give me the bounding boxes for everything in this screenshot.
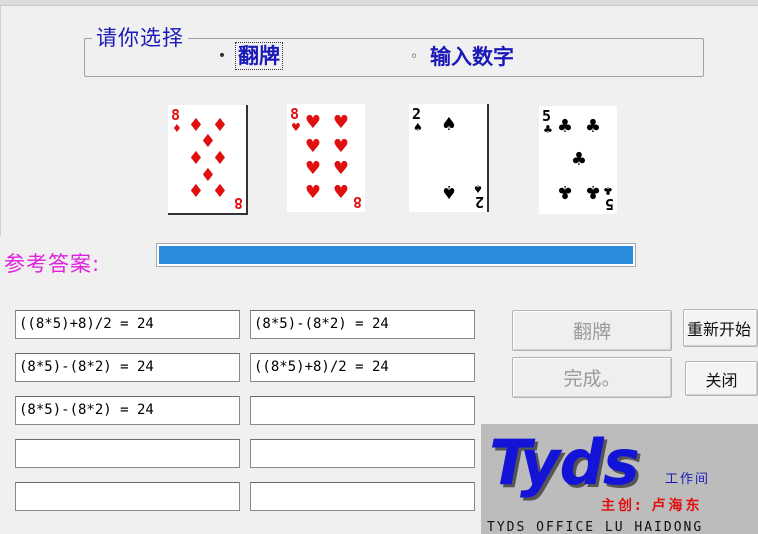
- radio-unselected-icon[interactable]: ◦: [408, 50, 420, 64]
- heart-icon: ♥: [304, 136, 322, 157]
- answer-field[interactable]: [250, 482, 475, 511]
- answer-field[interactable]: (8*5)-(8*2) = 24: [15, 396, 240, 425]
- card-rank: 2: [412, 105, 422, 123]
- card-rank: 5: [542, 107, 552, 125]
- close-button[interactable]: 关闭: [685, 361, 758, 396]
- radio-flip[interactable]: • 翻牌: [216, 42, 283, 70]
- answer-field[interactable]: (8*5)-(8*2) = 24: [250, 310, 475, 339]
- club-icon: ♣: [556, 116, 574, 137]
- radio-input-number[interactable]: ◦ 输入数字: [408, 44, 516, 70]
- logo-author: 主创: 卢海东: [601, 498, 703, 514]
- club-icon: ♣: [584, 181, 602, 202]
- club-icon: ♣: [570, 149, 588, 170]
- heart-icon: ♥: [332, 112, 350, 133]
- card-2: 8 ♥ ♥ ♥ ♥ ♥ ♥ ♥ ♥ ♥ 8: [287, 104, 365, 212]
- radio-selected-icon[interactable]: •: [216, 49, 228, 63]
- flip-button[interactable]: 翻牌: [512, 310, 672, 351]
- card-rank: 8: [233, 194, 243, 212]
- logo-english: TYDS OFFICE LU HAIDONG: [487, 520, 704, 534]
- spade-icon: ♠: [440, 114, 458, 135]
- answer-field[interactable]: [15, 482, 240, 511]
- radio-input-number-label[interactable]: 输入数字: [428, 44, 516, 70]
- logo-studio: 工作间: [665, 472, 711, 487]
- diamond-icon: ♦: [211, 181, 229, 202]
- done-button[interactable]: 完成。: [512, 357, 672, 398]
- card-rank: 8: [171, 106, 181, 124]
- heart-icon: ♥: [304, 158, 322, 179]
- card-rank: 8: [290, 105, 300, 123]
- spade-icon: ♠: [413, 121, 423, 134]
- answer-field[interactable]: [15, 439, 240, 468]
- answer-field[interactable]: ((8*5)+8)/2 = 24: [250, 353, 475, 382]
- restart-button[interactable]: 重新开始: [683, 309, 758, 347]
- card-3: 2 ♠ ♠ ♠ 2 ♠: [409, 104, 489, 212]
- answer-field[interactable]: [250, 396, 475, 425]
- reference-answer-label: 参考答案:: [4, 252, 101, 276]
- heart-icon: ♥: [304, 182, 322, 203]
- club-icon: ♣: [556, 181, 574, 202]
- card-rank: 5: [604, 195, 614, 213]
- spade-icon: ♠: [473, 182, 483, 195]
- heart-icon: ♥: [332, 182, 350, 203]
- card-1: 8 ♦ ♦ ♦ ♦ ♦ ♦ ♦ ♦ ♦ 8: [168, 105, 248, 215]
- progress-fill: [159, 246, 633, 264]
- reference-progress-bar: [156, 243, 636, 267]
- tyds-logo: Tyds 工作间 主创: 卢海东 TYDS OFFICE LU HAIDONG: [481, 424, 758, 534]
- diamond-icon: ♦: [187, 181, 205, 202]
- spade-icon: ♠: [440, 181, 458, 202]
- card-4: 5 ♣ ♣ ♣ ♣ ♣ ♣ 5 ♣: [539, 106, 617, 214]
- window-left-edge: [0, 6, 1, 236]
- answer-field[interactable]: ((8*5)+8)/2 = 24: [15, 310, 240, 339]
- heart-icon: ♥: [332, 136, 350, 157]
- window-top-edge: [0, 0, 758, 6]
- club-icon: ♣: [584, 116, 602, 137]
- card-rank: 2: [474, 193, 484, 211]
- heart-icon: ♥: [332, 158, 350, 179]
- club-icon: ♣: [543, 123, 553, 136]
- radio-flip-label[interactable]: 翻牌: [235, 42, 283, 70]
- diamond-icon: ♦: [172, 122, 182, 135]
- logo-title: Tyds: [489, 426, 640, 499]
- heart-icon: ♥: [291, 121, 301, 134]
- club-icon: ♣: [603, 184, 613, 197]
- card-rank: 8: [352, 193, 362, 211]
- answer-field[interactable]: [250, 439, 475, 468]
- heart-icon: ♥: [304, 112, 322, 133]
- selection-group-title: 请你选择: [92, 24, 188, 52]
- answer-field[interactable]: (8*5)-(8*2) = 24: [15, 353, 240, 382]
